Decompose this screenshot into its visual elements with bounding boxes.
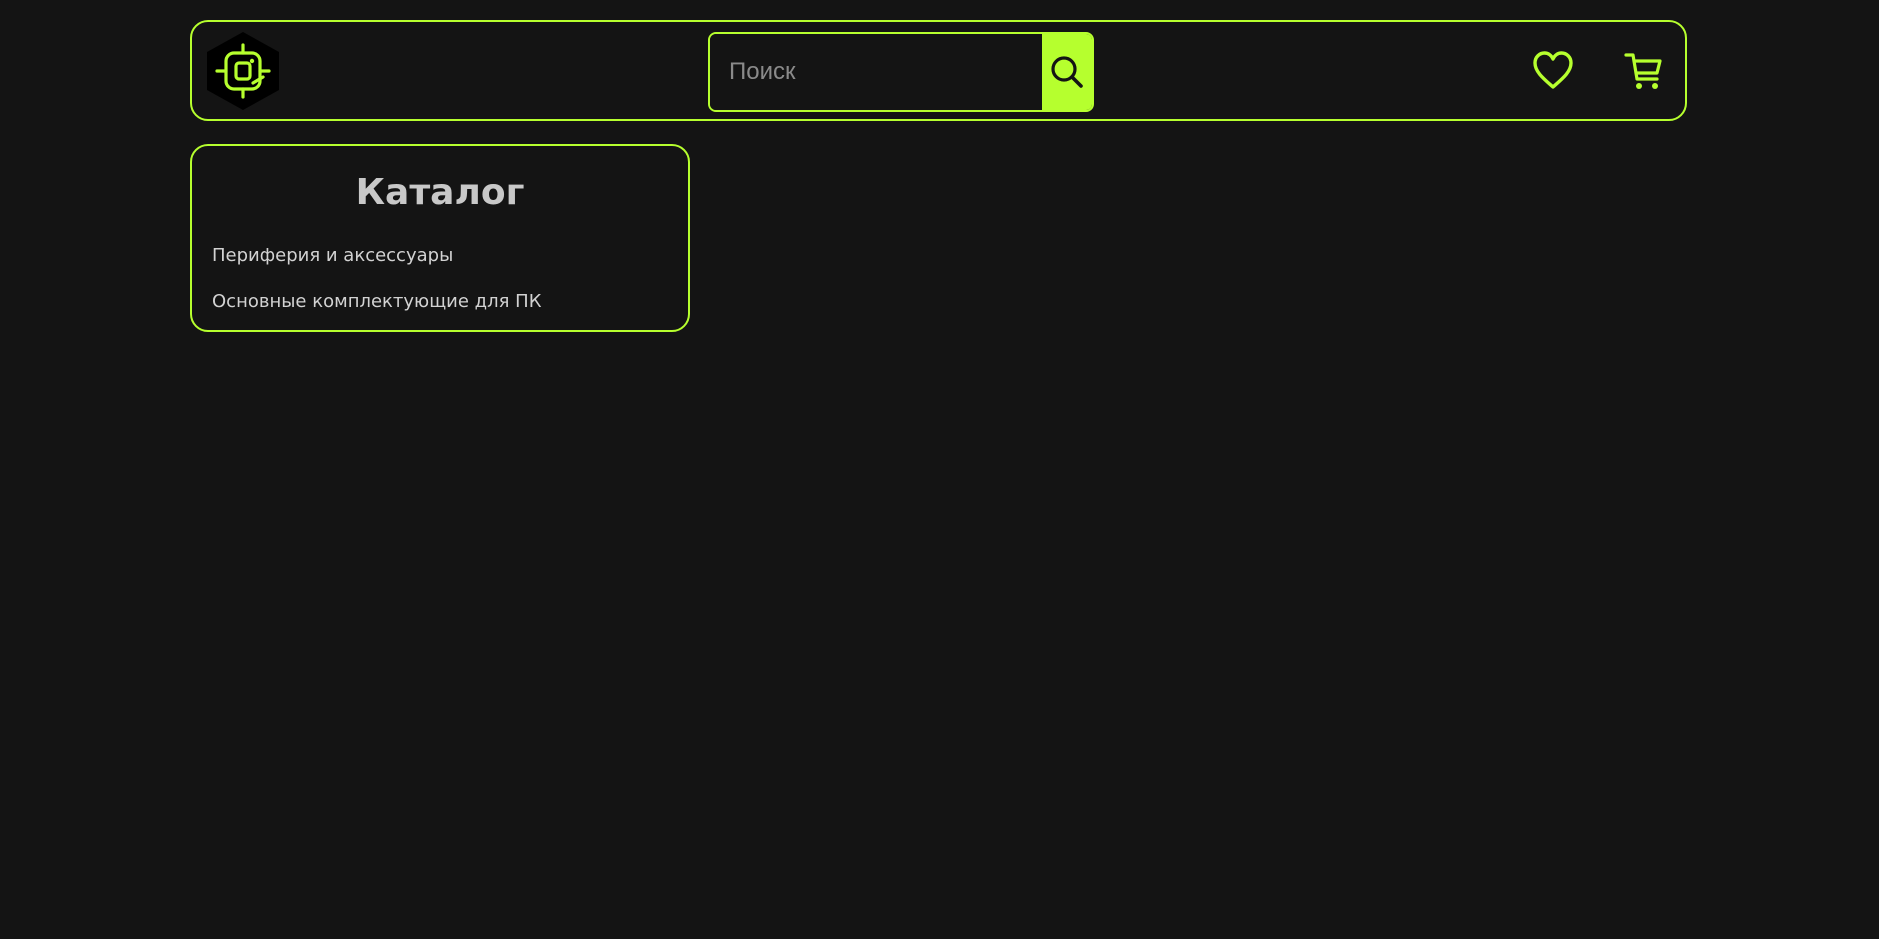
favorites-button[interactable] [1532, 50, 1574, 92]
catalog-title: Каталог [355, 172, 525, 213]
heart-icon [1533, 51, 1573, 89]
cart-button[interactable] [1624, 50, 1664, 92]
logo[interactable] [204, 31, 282, 111]
cart-icon [1624, 53, 1662, 89]
catalog-item-peripherals[interactable]: Периферия и аксессуары [212, 244, 453, 268]
search-input[interactable] [710, 34, 1042, 110]
chip-logo-icon [207, 32, 279, 110]
search-bar [708, 32, 1094, 112]
site-header [190, 20, 1687, 121]
catalog-panel: Каталог Периферия и аксессуары Основные … [190, 144, 690, 332]
search-icon [1051, 56, 1083, 88]
catalog-item-pc-components[interactable]: Основные комплектующие для ПК [212, 290, 541, 314]
search-button[interactable] [1042, 34, 1092, 110]
